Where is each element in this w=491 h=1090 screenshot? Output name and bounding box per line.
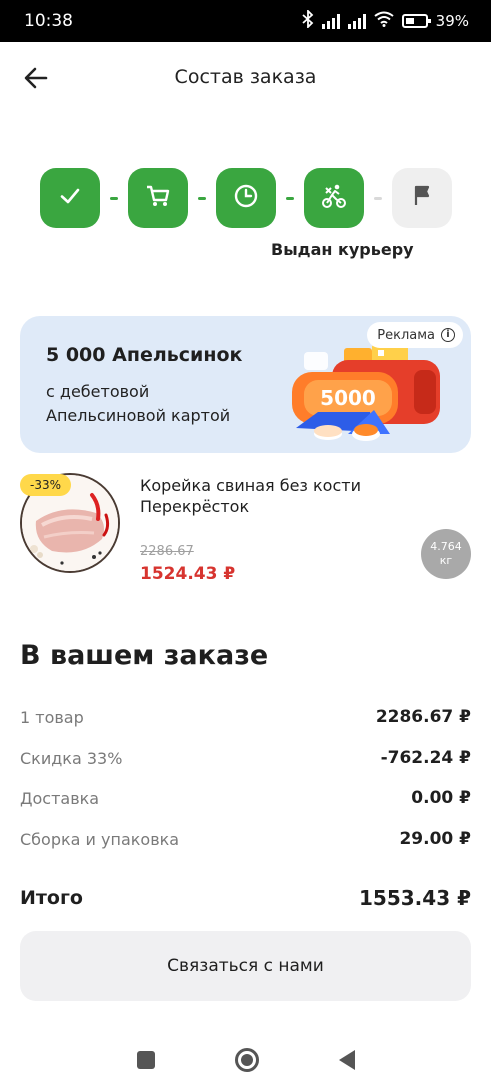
product-old-price: 2286.67 (140, 544, 194, 559)
status-icons: 39% (302, 8, 469, 32)
info-icon: i (441, 328, 455, 342)
cart-icon (145, 183, 171, 213)
summary-label: Доставка (20, 788, 100, 808)
order-summary-title: В вашем заказе (20, 640, 269, 671)
signal-icon (321, 13, 340, 29)
summary-row-delivery: Доставка 0.00 ₽ (20, 788, 471, 808)
quantity-unit: кг (439, 554, 453, 567)
summary-row-discount: Скидка 33% -762.24 ₽ (20, 748, 471, 768)
app-header: Состав заказа (0, 42, 491, 112)
step-flag (392, 168, 452, 228)
summary-row-items: 1 товар 2286.67 ₽ (20, 707, 471, 727)
summary-label: 1 товар (20, 707, 84, 727)
summary-value: 0.00 ₽ (411, 788, 471, 808)
discount-badge: -33% (20, 474, 72, 496)
courier-bike-icon (320, 182, 348, 214)
promo-banner[interactable]: 5 000 Апельсинок с дебетовой Апельсиново… (20, 316, 471, 453)
back-arrow-icon[interactable] (22, 64, 50, 92)
battery-percent: 39% (435, 12, 469, 30)
battery-icon (401, 14, 431, 28)
nav-back-icon[interactable] (338, 1050, 355, 1070)
status-time: 10:38 (24, 11, 73, 31)
check-icon (58, 184, 82, 212)
recent-apps-icon[interactable] (136, 1051, 155, 1069)
product-name[interactable]: Корейка свиная без кости Перекрёсток (140, 475, 410, 517)
flag-icon (410, 184, 434, 212)
summary-row-total: Итого 1553.43 ₽ (20, 886, 471, 910)
total-value: 1553.43 ₽ (359, 886, 471, 910)
product-new-price: 1524.43 ₽ (140, 564, 236, 584)
ad-badge[interactable]: Реклама i (367, 322, 463, 348)
quantity-badge: 4.764 кг (421, 529, 471, 579)
step-connector (286, 196, 294, 200)
signal-icon (347, 13, 366, 29)
summary-label: Скидка 33% (20, 748, 123, 768)
total-label: Итого (20, 887, 83, 909)
step-connector (374, 196, 382, 200)
clock-icon (233, 183, 259, 213)
wifi-icon (374, 11, 394, 31)
summary-value: 29.00 ₽ (399, 829, 471, 849)
step-cart (128, 168, 188, 228)
step-clock (216, 168, 276, 228)
quantity-value: 4.764 (430, 540, 462, 553)
step-connector (198, 196, 206, 200)
order-status-steps (40, 168, 452, 228)
bluetooth-icon (302, 8, 314, 32)
summary-row-packing: Сборка и упаковка 29.00 ₽ (20, 829, 471, 849)
promo-title: 5 000 Апельсинок (46, 344, 243, 366)
contact-us-button[interactable]: Связаться с нами (20, 931, 471, 1001)
current-step-label: Выдан курьеру (271, 240, 414, 259)
step-connector (110, 196, 118, 200)
step-courier (304, 168, 364, 228)
summary-value: 2286.67 ₽ (375, 707, 471, 727)
home-icon[interactable] (234, 1048, 259, 1072)
summary-value: -762.24 ₽ (380, 748, 471, 768)
summary-label: Сборка и упаковка (20, 829, 180, 849)
ad-label: Реклама (377, 327, 435, 343)
status-bar: 10:38 39% (0, 0, 491, 42)
system-nav-bar (0, 1030, 491, 1090)
promo-badge-number: 5000 (320, 386, 376, 410)
step-check (40, 168, 100, 228)
promo-subtitle: с дебетовой Апельсиновой картой (46, 382, 231, 425)
page-title: Состав заказа (174, 66, 317, 88)
